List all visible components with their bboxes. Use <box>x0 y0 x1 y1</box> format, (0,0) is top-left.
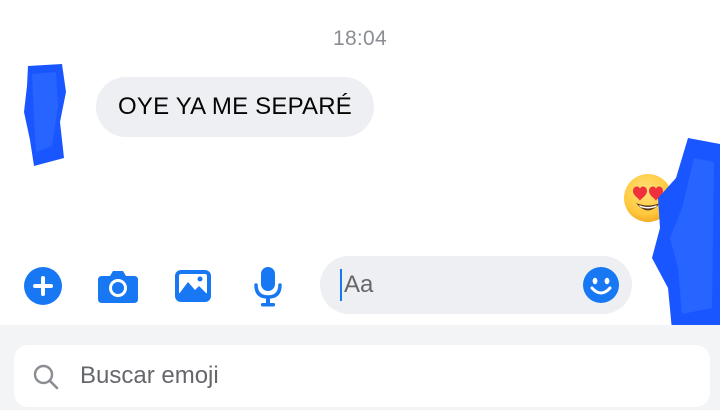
microphone-icon <box>254 267 282 307</box>
gallery-icon <box>175 270 211 302</box>
message-text: OYE YA ME SEPARÉ <box>118 93 352 120</box>
message-composer: Aa <box>0 250 720 320</box>
chat-screen: 18:04 OYE YA ME SEPARÉ Aa Buscar emoji <box>0 0 720 410</box>
microphone-button[interactable] <box>246 264 290 308</box>
camera-icon <box>98 271 138 303</box>
gallery-button[interactable] <box>171 264 215 308</box>
emoji-button[interactable] <box>582 266 620 304</box>
emoji-search-input[interactable]: Buscar emoji <box>14 345 710 407</box>
emoji-panel: Buscar emoji <box>0 325 720 410</box>
add-button[interactable] <box>21 264 65 308</box>
smiley-icon <box>583 267 619 303</box>
plus-icon <box>24 267 62 305</box>
search-icon <box>33 364 59 390</box>
camera-button[interactable] <box>96 264 140 308</box>
message-timestamp: 18:04 <box>332 27 388 50</box>
emoji-search-placeholder: Buscar emoji <box>80 362 219 389</box>
incoming-message-bubble[interactable]: OYE YA ME SEPARÉ <box>96 77 374 137</box>
message-input-placeholder: Aa <box>344 271 374 298</box>
message-input[interactable]: Aa <box>320 256 632 314</box>
redacted-avatar <box>24 64 66 166</box>
text-cursor <box>340 269 342 301</box>
